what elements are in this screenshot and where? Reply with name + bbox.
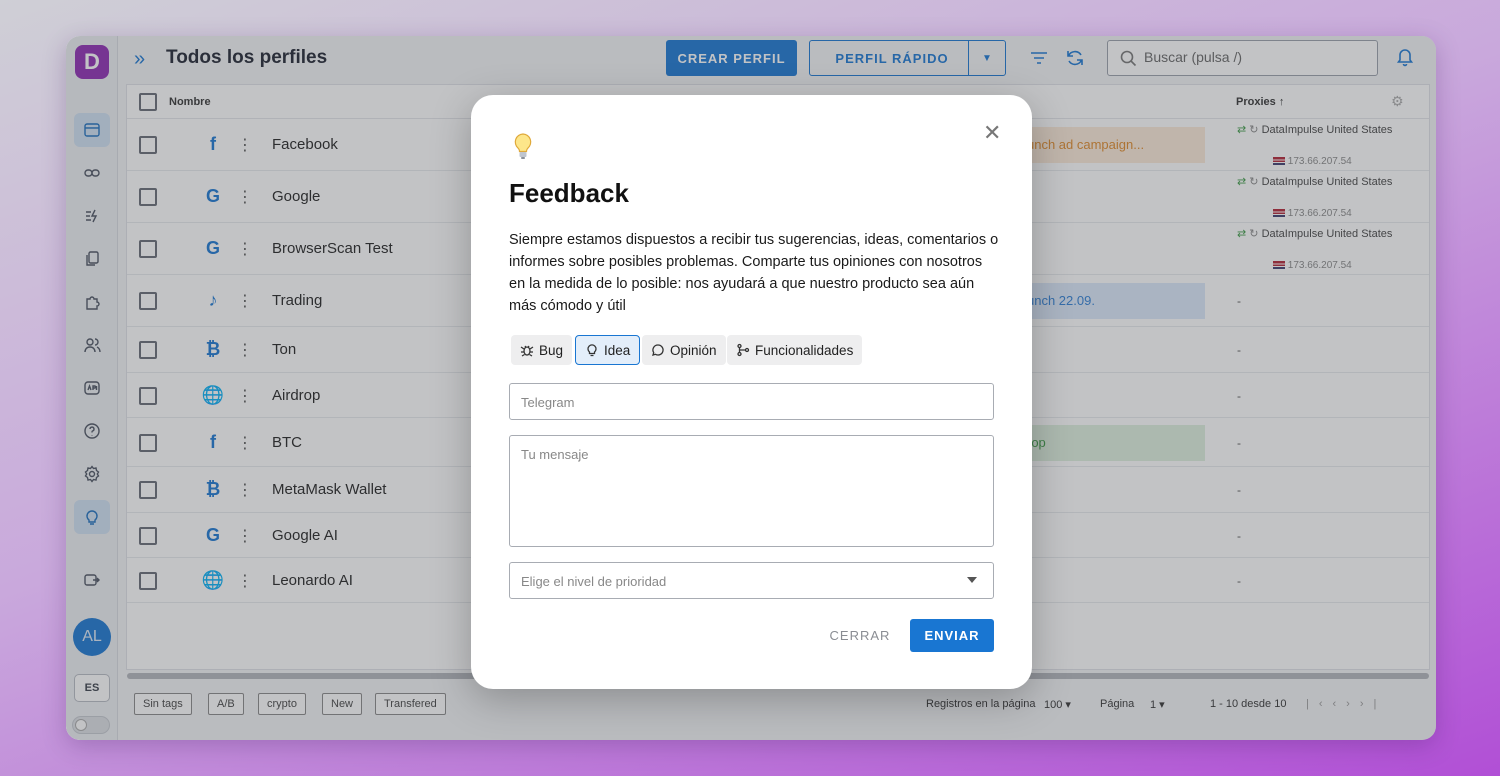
category-idea-label: Idea bbox=[604, 342, 631, 358]
message-textarea[interactable] bbox=[521, 447, 981, 507]
category-features-label: Funcionalidades bbox=[755, 342, 854, 358]
telegram-field[interactable] bbox=[509, 383, 994, 420]
priority-select[interactable]: Elige el nivel de prioridad bbox=[509, 562, 994, 599]
message-field[interactable] bbox=[509, 435, 994, 547]
close-button[interactable]: CERRAR bbox=[823, 619, 897, 651]
lightbulb-icon bbox=[511, 132, 535, 167]
telegram-input[interactable] bbox=[521, 395, 981, 410]
category-opinion-label: Opinión bbox=[670, 342, 717, 358]
category-bug-chip[interactable]: Bug bbox=[511, 335, 573, 365]
chevron-down-icon bbox=[967, 577, 977, 583]
modal-title: Feedback bbox=[509, 178, 629, 208]
bug-icon bbox=[520, 345, 534, 357]
category-idea-chip[interactable]: Idea bbox=[575, 335, 641, 365]
git-branch-icon bbox=[737, 343, 750, 357]
close-icon[interactable]: ✕ bbox=[983, 122, 1001, 144]
send-button[interactable]: ENVIAR bbox=[910, 619, 994, 652]
category-features-chip[interactable]: Funcionalidades bbox=[727, 335, 863, 365]
lightbulb-icon bbox=[587, 344, 597, 357]
priority-placeholder: Elige el nivel de prioridad bbox=[521, 574, 667, 589]
category-bug-label: Bug bbox=[539, 342, 564, 358]
category-opinion-chip[interactable]: Opinión bbox=[642, 335, 726, 365]
modal-description: Siempre estamos dispuestos a recibir tus… bbox=[509, 232, 999, 314]
feedback-modal: ✕ Feedback Siempre estamos dispuestos a … bbox=[471, 95, 1032, 689]
speech-bubble-icon bbox=[652, 344, 664, 356]
